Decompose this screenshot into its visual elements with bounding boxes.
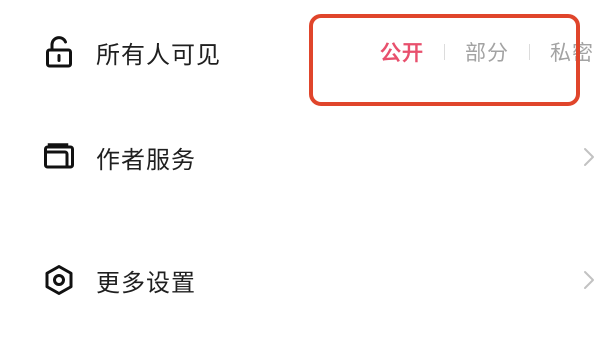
option-partial[interactable]: 部分 bbox=[465, 37, 509, 67]
visibility-selector: 公开 部分 私密 bbox=[380, 12, 594, 92]
more-settings-row[interactable]: 更多设置 bbox=[0, 240, 612, 320]
option-public[interactable]: 公开 bbox=[380, 37, 424, 67]
hexagon-settings-icon bbox=[42, 263, 76, 297]
option-private[interactable]: 私密 bbox=[550, 37, 594, 67]
divider bbox=[529, 44, 530, 60]
chevron-right-icon bbox=[584, 271, 594, 289]
author-services-label: 作者服务 bbox=[96, 145, 196, 174]
more-settings-label: 更多设置 bbox=[96, 268, 196, 297]
visibility-row: 所有人可见 公开 部分 私密 bbox=[0, 12, 612, 92]
divider bbox=[444, 44, 445, 60]
author-services-row[interactable]: 作者服务 bbox=[0, 117, 612, 197]
visibility-label: 所有人可见 bbox=[96, 40, 221, 69]
chevron-right-icon bbox=[584, 148, 594, 166]
unlocked-padlock-icon bbox=[42, 35, 76, 69]
settings-panel: 所有人可见 公开 部分 私密 作者服务 更多设置 bbox=[0, 0, 612, 346]
wallet-icon bbox=[42, 140, 76, 174]
